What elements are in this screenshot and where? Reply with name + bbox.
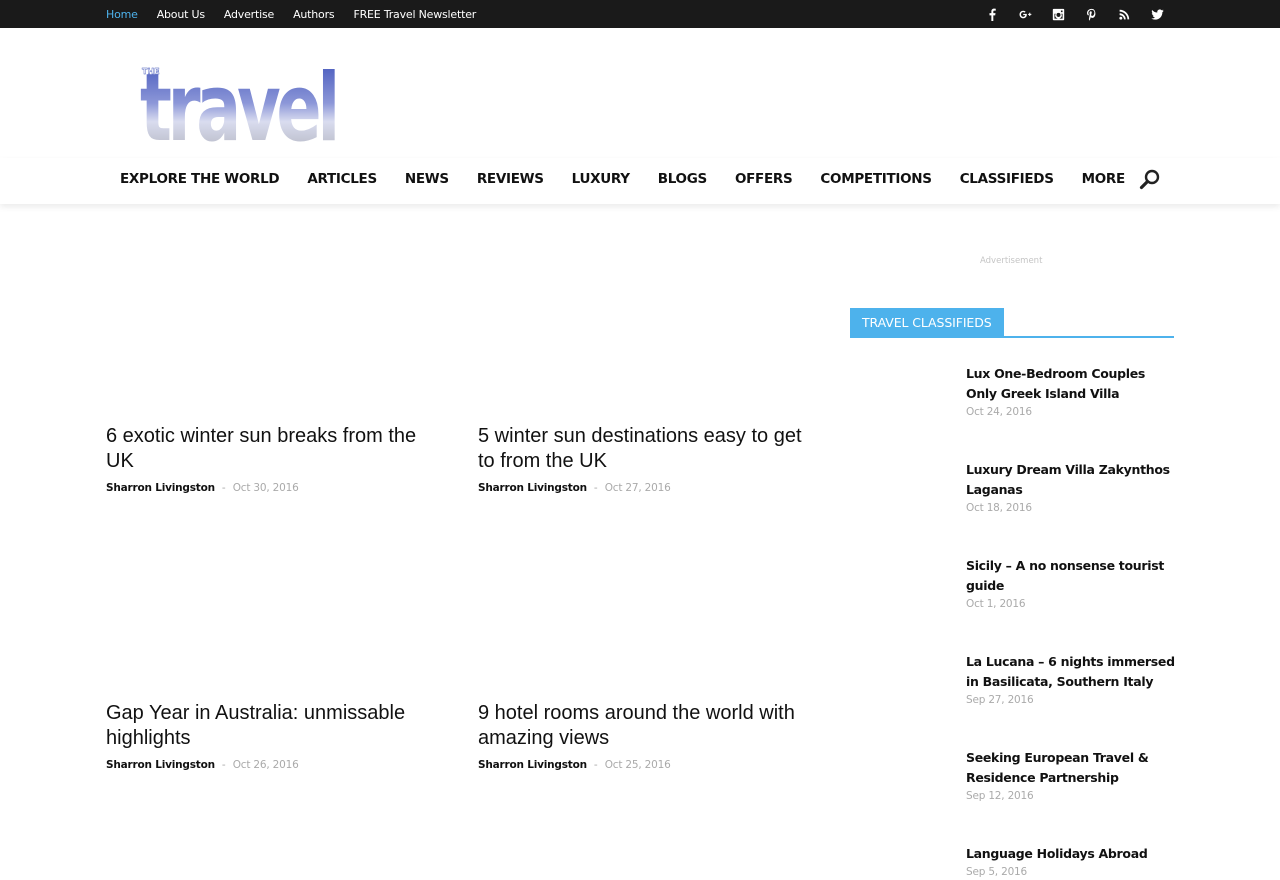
nav-reviews[interactable]: REVIEWS — [463, 171, 558, 187]
top-link-advertise[interactable]: Advertise — [224, 8, 274, 21]
facebook-icon[interactable] — [976, 0, 1009, 28]
article-card: 9 hotel rooms around the world with amaz… — [478, 701, 808, 771]
classified-date: Sep 27, 2016 — [966, 694, 1034, 706]
nav-classifieds[interactable]: CLASSIFIEDS — [946, 171, 1068, 187]
classified-item: Language Holidays Abroad Sep 5, 2016 — [966, 844, 1176, 878]
article-meta: Sharron Livingston - Oct 27, 2016 — [478, 482, 808, 494]
top-link-home[interactable]: Home — [106, 8, 138, 21]
instagram-icon[interactable] — [1042, 0, 1075, 28]
classified-title[interactable]: Luxury Dream Villa Zakynthos Laganas — [966, 460, 1176, 500]
article-meta: Sharron Livingston - Oct 30, 2016 — [106, 482, 436, 494]
article-date: Oct 30, 2016 — [232, 482, 299, 494]
article-title[interactable]: 5 winter sun destinations easy to get to… — [478, 424, 808, 474]
nav-blogs[interactable]: BLOGS — [644, 171, 721, 187]
classified-title[interactable]: Lux One-Bedroom Couples Only Greek Islan… — [966, 364, 1176, 404]
pinterest-icon[interactable] — [1075, 0, 1108, 28]
block-title-label[interactable]: TRAVEL CLASSIFIEDS — [850, 308, 1004, 336]
classified-item: Lux One-Bedroom Couples Only Greek Islan… — [966, 364, 1176, 418]
svg-text:MAGAZINE: MAGAZINE — [338, 79, 348, 141]
classified-title[interactable]: Sicily – A no nonsense tourist guide — [966, 556, 1176, 596]
nav-explore-the-world[interactable]: EXPLORE THE WORLD — [106, 171, 293, 187]
nav-offers[interactable]: OFFERS — [721, 171, 806, 187]
meta-separator: - — [221, 759, 226, 771]
article-author[interactable]: Sharron Livingston — [106, 759, 215, 771]
social-icons — [976, 0, 1174, 28]
google-plus-icon[interactable] — [1009, 0, 1042, 28]
article-card: 5 winter sun destinations easy to get to… — [478, 424, 808, 494]
classified-date: Sep 5, 2016 — [966, 866, 1028, 878]
search-icon[interactable] — [1138, 168, 1162, 192]
article-author[interactable]: Sharron Livingston — [106, 482, 215, 494]
classifieds-block-title: TRAVEL CLASSIFIEDS — [850, 308, 1174, 338]
nav-luxury[interactable]: LUXURY — [558, 171, 644, 187]
top-link-about-us[interactable]: About Us — [157, 8, 205, 21]
article-date: Oct 26, 2016 — [232, 759, 299, 771]
top-link-newsletter[interactable]: FREE Travel Newsletter — [353, 8, 476, 21]
classified-date: Oct 1, 2016 — [966, 598, 1026, 610]
article-card: 6 exotic winter sun breaks from the UK S… — [106, 424, 436, 494]
meta-separator: - — [593, 759, 598, 771]
article-author[interactable]: Sharron Livingston — [478, 482, 587, 494]
nav-articles[interactable]: ARTICLES — [293, 171, 391, 187]
article-date: Oct 27, 2016 — [604, 482, 671, 494]
classified-item: Luxury Dream Villa Zakynthos Laganas Oct… — [966, 460, 1176, 514]
twitter-icon[interactable] — [1141, 0, 1174, 28]
meta-separator: - — [593, 482, 598, 494]
classified-title[interactable]: La Lucana – 6 nights immersed in Basilic… — [966, 652, 1176, 692]
meta-separator: - — [221, 482, 226, 494]
classified-title[interactable]: Language Holidays Abroad — [966, 844, 1176, 864]
article-author[interactable]: Sharron Livingston — [478, 759, 587, 771]
top-bar: Home About Us Advertise Authors FREE Tra… — [0, 0, 1280, 28]
top-link-authors[interactable]: Authors — [293, 8, 335, 21]
svg-text:travel: travel — [140, 56, 336, 148]
article-title[interactable]: Gap Year in Australia: unmissable highli… — [106, 701, 436, 751]
article-title[interactable]: 6 exotic winter sun breaks from the UK — [106, 424, 436, 474]
classified-item: Sicily – A no nonsense tourist guide Oct… — [966, 556, 1176, 610]
classified-date: Oct 24, 2016 — [966, 406, 1032, 418]
rss-icon[interactable] — [1108, 0, 1141, 28]
svg-text:THE: THE — [142, 67, 160, 76]
top-menu: Home About Us Advertise Authors FREE Tra… — [106, 0, 495, 28]
main-navigation: EXPLORE THE WORLD ARTICLES NEWS REVIEWS … — [0, 158, 1280, 204]
advertisement-label: Advertisement — [980, 256, 1043, 266]
nav-competitions[interactable]: COMPETITIONS — [806, 171, 945, 187]
classified-item: Seeking European Travel & Residence Part… — [966, 748, 1176, 802]
classified-date: Sep 12, 2016 — [966, 790, 1034, 802]
site-logo[interactable]: travel THE MAGAZINE — [140, 54, 352, 163]
classified-item: La Lucana – 6 nights immersed in Basilic… — [966, 652, 1176, 706]
classified-title[interactable]: Seeking European Travel & Residence Part… — [966, 748, 1176, 788]
article-meta: Sharron Livingston - Oct 26, 2016 — [106, 759, 436, 771]
nav-more[interactable]: MORE — [1068, 171, 1139, 187]
classified-date: Oct 18, 2016 — [966, 502, 1032, 514]
article-date: Oct 25, 2016 — [604, 759, 671, 771]
article-card: Gap Year in Australia: unmissable highli… — [106, 701, 436, 771]
article-title[interactable]: 9 hotel rooms around the world with amaz… — [478, 701, 808, 751]
article-meta: Sharron Livingston - Oct 25, 2016 — [478, 759, 808, 771]
nav-news[interactable]: NEWS — [391, 171, 463, 187]
